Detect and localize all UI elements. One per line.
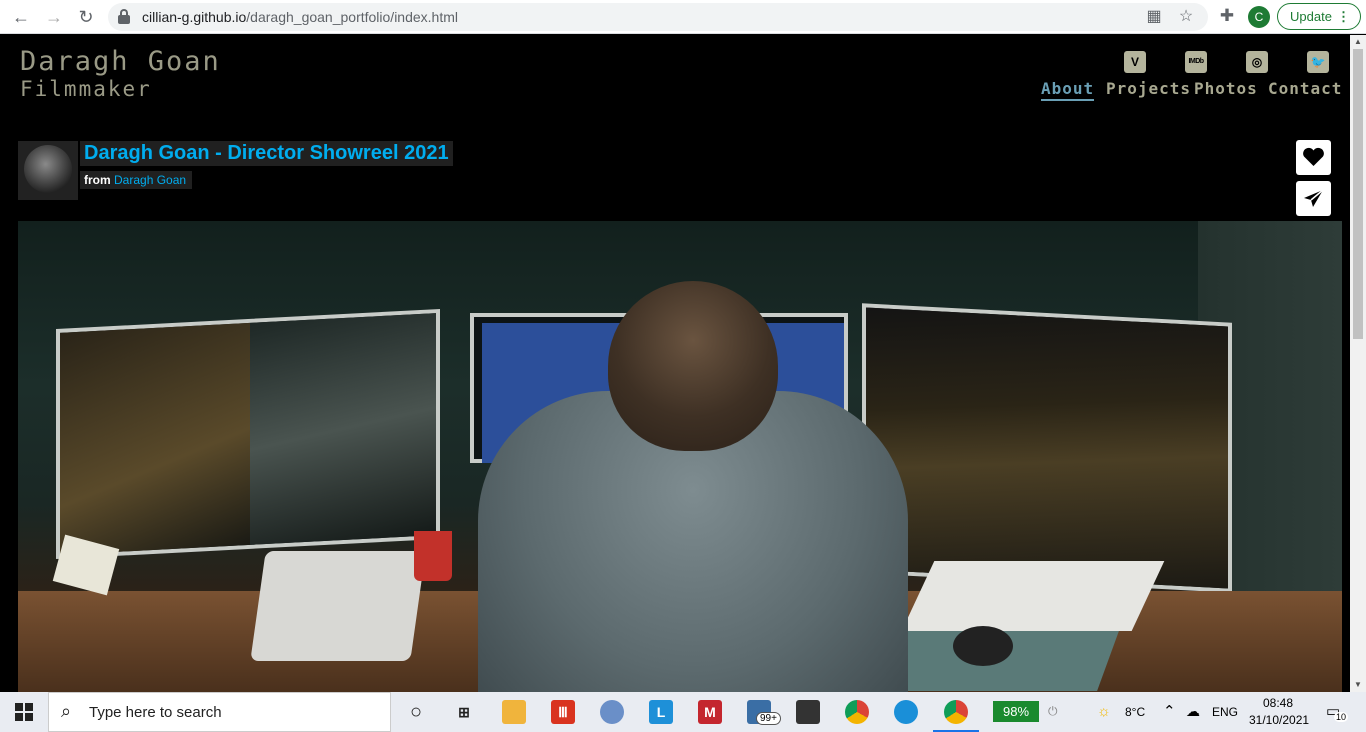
- windows-start-icon[interactable]: [15, 703, 33, 721]
- video-byline: from Daragh Goan: [80, 171, 193, 189]
- paper-plane-icon: [1304, 189, 1324, 207]
- language-indicator[interactable]: ENG: [1212, 705, 1238, 719]
- weather-icon[interactable]: ☼: [1097, 703, 1111, 720]
- video-frame-papers: [901, 561, 1165, 631]
- address-bar[interactable]: cillian-g.github.io/daragh_goan_portfoli…: [108, 3, 1208, 31]
- instagram-icon[interactable]: ◎: [1246, 51, 1268, 73]
- clock-date[interactable]: 31/10/2021: [1249, 713, 1309, 727]
- twitter-icon[interactable]: 🐦: [1307, 51, 1329, 73]
- page-scrollbar[interactable]: ▲ ▼: [1350, 35, 1366, 692]
- cortana-icon[interactable]: ○: [404, 700, 428, 724]
- chrome-icon[interactable]: [845, 700, 869, 724]
- profile-avatar[interactable]: C: [1248, 6, 1270, 28]
- windows-taskbar: ⌕ Type here to search ○ ⊞ Ⅲ L M 99+ 98% …: [0, 692, 1366, 732]
- nav-about[interactable]: About: [1041, 79, 1095, 101]
- nav-contact[interactable]: Contact: [1268, 79, 1342, 98]
- browser-toolbar: ← → ↻ cillian-g.github.io/daragh_goan_po…: [0, 0, 1366, 34]
- heart-icon: [1303, 147, 1324, 166]
- chevron-up-icon[interactable]: ⌃: [1163, 702, 1176, 720]
- taskbar-search-input[interactable]: ⌕ Type here to search: [48, 692, 391, 732]
- video-frame-phone: [250, 551, 426, 661]
- qr-code-icon[interactable]: ▦: [1144, 7, 1164, 27]
- nav-projects[interactable]: Projects: [1106, 79, 1191, 98]
- imdb-icon[interactable]: IMDb: [1185, 51, 1207, 73]
- store-icon[interactable]: [796, 700, 820, 724]
- search-icon: ⌕: [61, 701, 72, 721]
- weather-temp[interactable]: 8°C: [1125, 705, 1145, 719]
- share-button[interactable]: [1296, 181, 1331, 216]
- lock-icon[interactable]: [118, 9, 130, 24]
- battery-indicator[interactable]: 98%: [993, 701, 1039, 722]
- bookmark-star-icon[interactable]: ☆: [1176, 7, 1196, 27]
- brand-tagline: Filmmaker: [20, 77, 152, 101]
- app-red-icon[interactable]: Ⅲ: [551, 700, 575, 724]
- app-landscape-icon[interactable]: [600, 700, 624, 724]
- video-title[interactable]: Daragh Goan - Director Showreel 2021: [80, 141, 453, 166]
- scroll-down-icon[interactable]: ▼: [1350, 678, 1366, 692]
- scrollbar-thumb[interactable]: [1353, 49, 1363, 339]
- mcafee-icon[interactable]: M: [698, 700, 722, 724]
- forward-icon[interactable]: →: [42, 5, 66, 29]
- video-frame-cup: [414, 531, 452, 581]
- mail-badge: 99+: [756, 712, 781, 725]
- scroll-up-icon[interactable]: ▲: [1350, 35, 1366, 49]
- edge-icon[interactable]: [894, 700, 918, 724]
- video-player[interactable]: [18, 221, 1342, 692]
- video-frame-person: [458, 281, 918, 692]
- app-l-icon[interactable]: L: [649, 700, 673, 724]
- site-logo[interactable]: Daragh Goan Filmmaker: [20, 46, 221, 102]
- web-page: Daragh Goan Filmmaker V IMDb ◎ 🐦 About P…: [0, 35, 1350, 692]
- like-button[interactable]: [1296, 140, 1331, 175]
- clock-time[interactable]: 08:48: [1263, 696, 1293, 710]
- reload-icon[interactable]: ↻: [74, 5, 98, 29]
- url-text: cillian-g.github.io/daragh_goan_portfoli…: [142, 9, 458, 25]
- notification-count: 10: [1334, 712, 1349, 722]
- back-icon[interactable]: ←: [9, 5, 33, 29]
- brand-name: Daragh Goan: [20, 46, 221, 77]
- task-view-icon[interactable]: ⊞: [452, 700, 476, 724]
- chrome-profile-icon[interactable]: [944, 700, 968, 724]
- video-frame-mouse: [953, 626, 1013, 666]
- file-explorer-icon[interactable]: [502, 700, 526, 724]
- network-icon[interactable]: ☁: [1186, 703, 1200, 720]
- nav-photos[interactable]: Photos: [1194, 79, 1258, 98]
- extensions-puzzle-icon[interactable]: ✚: [1216, 5, 1238, 27]
- author-link[interactable]: Daragh Goan: [114, 173, 186, 187]
- power-plug-icon: ⏻: [1048, 704, 1058, 718]
- menu-dots-icon: ⋮: [1337, 9, 1350, 24]
- vimeo-icon[interactable]: V: [1124, 51, 1146, 73]
- video-frame-monitor-left: [56, 308, 440, 560]
- author-avatar[interactable]: [18, 141, 78, 200]
- update-button[interactable]: Update ⋮: [1277, 3, 1361, 30]
